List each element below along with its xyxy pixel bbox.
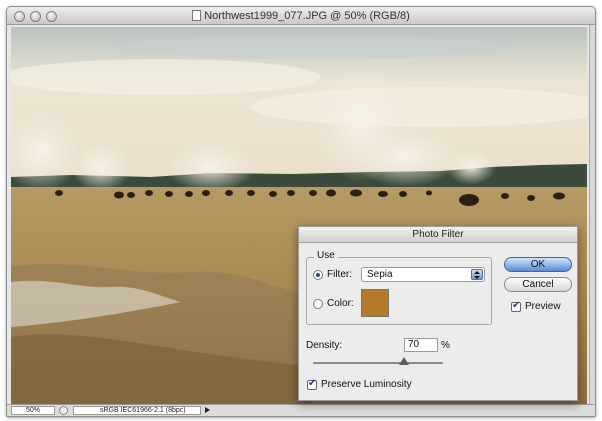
document-icon: [192, 10, 202, 21]
vertical-scrollbar[interactable]: [589, 25, 595, 407]
density-label: Density:: [306, 340, 343, 351]
title-bar[interactable]: Northwest1999_077.JPG @ 50% (RGB/8): [7, 7, 595, 25]
window-title: Northwest1999_077.JPG @ 50% (RGB/8): [7, 10, 595, 22]
cancel-button[interactable]: Cancel: [504, 277, 572, 292]
preview-label: Preview: [525, 301, 561, 312]
density-slider-track[interactable]: [313, 362, 443, 364]
density-input[interactable]: 70: [404, 338, 438, 352]
status-menu-arrow-icon[interactable]: [205, 407, 210, 413]
use-group-legend: Use: [314, 250, 338, 261]
document-profile: sRGB IEC61966-2.1 (8bpc): [73, 406, 201, 415]
photo-filter-dialog: Photo Filter Use Filter: Sepia Color: De…: [298, 226, 578, 401]
status-bar: 50% sRGB IEC61966-2.1 (8bpc): [7, 404, 595, 416]
select-arrows-icon[interactable]: [471, 269, 483, 280]
filter-select-value: Sepia: [367, 269, 393, 280]
preserve-luminosity-checkbox[interactable]: [307, 378, 317, 390]
density-unit: %: [441, 340, 450, 351]
filter-select[interactable]: Sepia: [361, 267, 485, 282]
status-info-icon[interactable]: [59, 406, 68, 415]
preserve-luminosity-label: Preserve Luminosity: [321, 379, 412, 390]
ok-button[interactable]: OK: [504, 257, 572, 272]
preview-checkbox[interactable]: [511, 300, 521, 312]
density-slider-thumb[interactable]: [399, 357, 409, 365]
filter-radio[interactable]: [313, 270, 323, 280]
dialog-title: Photo Filter: [299, 227, 577, 243]
color-swatch[interactable]: [361, 289, 389, 317]
window-title-text: Northwest1999_077.JPG @ 50% (RGB/8): [204, 10, 410, 22]
zoom-level-field[interactable]: 50%: [11, 406, 55, 415]
filter-label: Filter:: [327, 269, 352, 280]
color-radio[interactable]: [313, 299, 323, 309]
color-label: Color:: [327, 298, 354, 309]
